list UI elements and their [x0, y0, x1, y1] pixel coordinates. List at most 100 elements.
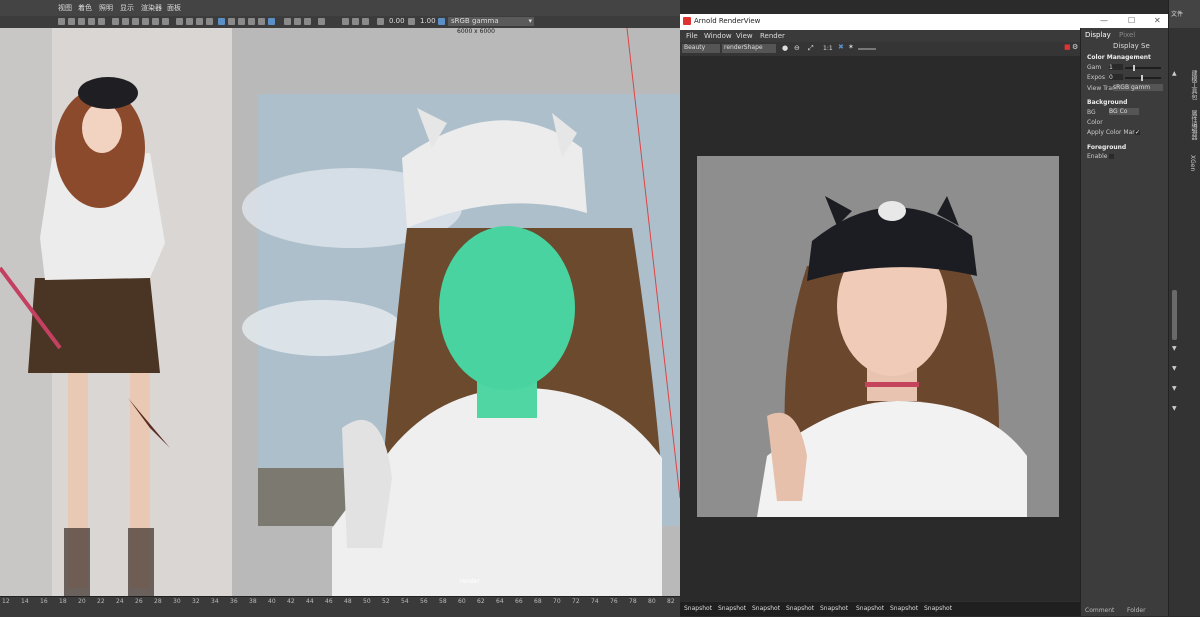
gamma-field[interactable]: 1	[1109, 64, 1123, 71]
3d-viewport[interactable]: 6000 x 6000 render	[232, 28, 680, 596]
view-transform-select[interactable]: sRGB gamm	[1113, 84, 1163, 91]
tab-folder[interactable]: Folder	[1127, 607, 1146, 614]
snapshot-thumbnail[interactable]: Snapshot	[684, 605, 712, 612]
exposure-field[interactable]: 0.00	[389, 17, 405, 25]
tab-display[interactable]: Display	[1085, 31, 1111, 39]
maximize-icon[interactable]: ☐	[1128, 16, 1135, 25]
smooth-shade-icon[interactable]	[186, 18, 193, 25]
chevron-down-icon[interactable]: ▼	[1172, 405, 1177, 412]
timeline-tick: 12	[2, 598, 10, 605]
wireframe-icon[interactable]	[176, 18, 183, 25]
motion-blur-icon[interactable]	[284, 18, 291, 25]
antialiasing-icon[interactable]	[294, 18, 301, 25]
menu-item-lighting[interactable]: 照明	[99, 3, 113, 13]
chevron-down-icon[interactable]: ▼	[1172, 365, 1177, 372]
exposure-sun-icon[interactable]: ✶	[848, 43, 854, 51]
scrollbar[interactable]	[1172, 290, 1177, 340]
snapshot-thumbnail[interactable]: Snapshot	[856, 605, 884, 612]
color-management-icon[interactable]	[438, 18, 445, 25]
close-icon[interactable]: ✕	[1154, 16, 1161, 25]
minimize-icon[interactable]: —	[1100, 16, 1108, 25]
view-transform-dropdown[interactable]: sRGB gamma ▾	[448, 17, 534, 26]
safe-title-icon[interactable]	[162, 18, 169, 25]
hud-icon[interactable]	[352, 18, 359, 25]
exposure-slider-handle[interactable]	[1141, 75, 1143, 81]
exposure-field[interactable]: 0	[1109, 74, 1123, 81]
camera-icon[interactable]	[58, 18, 65, 25]
aov-value: Beauty	[684, 44, 706, 51]
menu-render[interactable]: Render	[760, 32, 785, 40]
snapshot-thumbnail[interactable]: Snapshot	[718, 605, 746, 612]
region-icon[interactable]: ⊖	[794, 44, 800, 52]
bookmark-icon[interactable]	[78, 18, 85, 25]
snapshot-thumbnail[interactable]: Snapshot	[786, 605, 814, 612]
shadows-icon[interactable]	[258, 18, 265, 25]
lights-icon[interactable]	[248, 18, 255, 25]
textured-icon[interactable]	[206, 18, 213, 25]
wireframe-on-shaded-icon[interactable]	[218, 18, 225, 25]
snapshot-thumbnail[interactable]: Snapshot	[924, 605, 952, 612]
time-slider[interactable]: 12 14 16 18 20 22 24 26 28 30 32 34 36 3…	[0, 596, 680, 617]
menu-item-view[interactable]: 视图	[58, 3, 72, 13]
menu-item-show[interactable]: 显示	[120, 3, 134, 13]
ssao-icon[interactable]	[268, 18, 275, 25]
settings-icon[interactable]: ⚙	[1072, 43, 1078, 51]
exposure-icon[interactable]	[377, 18, 384, 25]
image-plane-icon[interactable]	[88, 18, 95, 25]
gamma-slider[interactable]	[1125, 67, 1161, 69]
menu-item-renderer[interactable]: 渲染器	[141, 3, 162, 13]
side-tab-attribute-editor[interactable]: 属性编辑器	[1189, 110, 1198, 140]
snapshot-thumbnail[interactable]: Snapshot	[820, 605, 848, 612]
grid-icon[interactable]	[98, 18, 105, 25]
default-material-icon[interactable]	[196, 18, 203, 25]
stop-render-icon[interactable]: ■	[1064, 43, 1071, 51]
isolate-icon[interactable]	[362, 18, 369, 25]
gamma-icon[interactable]	[408, 18, 415, 25]
menu-file-cn[interactable]: 文件	[1171, 9, 1183, 18]
timeline-tick: 40	[268, 598, 276, 605]
snapshot-thumbnail[interactable]: Snapshot	[890, 605, 918, 612]
field-chart-icon[interactable]	[142, 18, 149, 25]
fg-enable-checkbox[interactable]	[1109, 154, 1114, 159]
exposure-slider[interactable]	[858, 48, 876, 50]
gamma-slider-handle[interactable]	[1133, 65, 1135, 71]
film-gate-icon[interactable]	[112, 18, 119, 25]
gate-mask-icon[interactable]	[132, 18, 139, 25]
maya-side-strip: 文件 建模工具包 属性编辑器 XGen ▲ ▼ ▼ ▼ ▼	[1168, 0, 1200, 616]
chevron-down-icon[interactable]: ▼	[1172, 385, 1177, 392]
xray-active-icon[interactable]	[342, 18, 349, 25]
snapshot-thumbnail[interactable]: Snapshot	[752, 605, 780, 612]
side-tab-modeling-toolkit[interactable]: 建模工具包	[1189, 70, 1198, 100]
menu-file[interactable]: File	[686, 32, 698, 40]
side-tab-xgen[interactable]: XGen	[1189, 155, 1196, 171]
crop-icon[interactable]: ✖	[838, 43, 844, 51]
expand-icon[interactable]: ⤢	[808, 44, 814, 53]
apply-color-checkbox[interactable]: ✓	[1135, 130, 1140, 136]
chevron-up-icon[interactable]: ▲	[1172, 70, 1177, 77]
xray-icon[interactable]	[228, 18, 235, 25]
menu-view[interactable]: View	[736, 32, 753, 40]
render-canvas[interactable]	[680, 56, 1080, 601]
safe-action-icon[interactable]	[152, 18, 159, 25]
tab-comment[interactable]: Comment	[1085, 607, 1114, 614]
gamma-label: Gam	[1087, 64, 1102, 71]
render-dot-icon[interactable]: ●	[782, 44, 788, 52]
xray-joints-icon[interactable]	[238, 18, 245, 25]
exposure-slider[interactable]	[1125, 77, 1161, 79]
menu-window[interactable]: Window	[704, 32, 732, 40]
chevron-down-icon[interactable]: ▼	[1172, 345, 1177, 352]
tab-pixel[interactable]: Pixel	[1119, 31, 1135, 39]
menu-item-panels[interactable]: 面板	[167, 3, 181, 13]
aov-dropdown[interactable]: Beauty	[682, 44, 720, 53]
camera-dropdown[interactable]: renderShape	[722, 44, 776, 53]
resolution-gate-icon[interactable]	[122, 18, 129, 25]
menu-item-shading[interactable]: 着色	[78, 3, 92, 13]
zoom-ratio[interactable]: 1:1	[823, 45, 833, 52]
gamma-field[interactable]: 1.00	[420, 17, 436, 25]
isolate-select-icon[interactable]	[318, 18, 325, 25]
timeline-tick: 78	[629, 598, 637, 605]
camera-attrs-icon[interactable]	[68, 18, 75, 25]
camera-value: renderShape	[724, 44, 763, 51]
depth-of-field-icon[interactable]	[304, 18, 311, 25]
bg-select[interactable]: BG Co	[1109, 108, 1139, 115]
